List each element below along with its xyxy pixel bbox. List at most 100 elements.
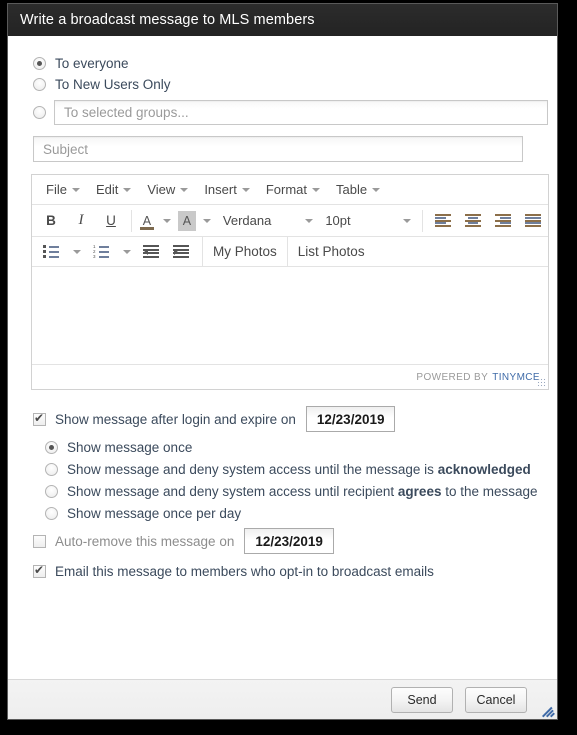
- chevron-down-icon: [305, 218, 314, 223]
- font-family-value: Verdana: [222, 213, 272, 228]
- tinymce-brand-link[interactable]: TINYMCE: [492, 372, 540, 383]
- chevron-down-icon: [71, 187, 80, 192]
- menu-format[interactable]: Format: [258, 179, 328, 201]
- display-mode-once-per-day[interactable]: Show message once per day: [45, 506, 557, 521]
- menu-edit[interactable]: Edit: [88, 179, 139, 201]
- radio-to-selected-groups[interactable]: [33, 106, 46, 119]
- menu-view[interactable]: View: [139, 179, 196, 201]
- bullet-list-button[interactable]: [38, 239, 64, 265]
- email-optin-label: Email this message to members who opt-in…: [55, 564, 434, 579]
- list-photos-button[interactable]: List Photos: [286, 236, 375, 267]
- show-after-login-row[interactable]: Show message after login and expire on 1…: [33, 406, 557, 432]
- dialog-title: Write a broadcast message to MLS members: [20, 12, 315, 28]
- radio-show-once[interactable]: [45, 441, 58, 454]
- recipient-option-new-users[interactable]: To New Users Only: [33, 77, 557, 92]
- background-color-button[interactable]: A: [177, 210, 216, 234]
- my-photos-button[interactable]: My Photos: [202, 236, 287, 267]
- underline-button[interactable]: U: [98, 208, 124, 234]
- email-optin-row[interactable]: Email this message to members who opt-in…: [33, 563, 557, 579]
- chevron-down-icon: [241, 187, 250, 192]
- align-justify-icon: [525, 214, 541, 227]
- radio-to-everyone-label: To everyone: [55, 56, 129, 71]
- editor-toolbar-row-1: B I U A A Verdana 10pt: [32, 205, 548, 237]
- radio-deny-until-agrees[interactable]: [45, 485, 58, 498]
- radio-deny-until-acknowledged[interactable]: [45, 463, 58, 476]
- menu-table-label: Table: [336, 182, 368, 197]
- menu-edit-label: Edit: [95, 182, 119, 197]
- display-mode-once[interactable]: Show message once: [45, 440, 557, 455]
- menu-table[interactable]: Table: [328, 179, 388, 201]
- radio-show-once-per-day-label: Show message once per day: [67, 506, 242, 521]
- radio-show-once-label: Show message once: [67, 440, 193, 455]
- expire-date-input[interactable]: 12/23/2019: [305, 406, 396, 432]
- auto-remove-label: Auto-remove this message on: [55, 533, 235, 549]
- font-family-select[interactable]: Verdana: [217, 209, 319, 233]
- selected-groups-input[interactable]: To selected groups...: [54, 100, 548, 125]
- resize-handle-icon[interactable]: [537, 378, 546, 387]
- menu-file-label: File: [46, 182, 67, 197]
- menu-insert-label: Insert: [204, 182, 237, 197]
- bullet-list-icon: [43, 245, 59, 258]
- align-center-button[interactable]: [460, 208, 486, 234]
- show-after-login-checkbox[interactable]: [33, 411, 46, 426]
- outdent-button[interactable]: [138, 239, 164, 265]
- auto-remove-checkbox[interactable]: [33, 534, 46, 548]
- align-left-icon: [435, 214, 451, 227]
- auto-remove-row[interactable]: Auto-remove this message on 12/23/2019: [33, 528, 557, 554]
- text-color-button[interactable]: A: [138, 211, 176, 231]
- display-mode-acknowledged[interactable]: Show message and deny system access unti…: [45, 462, 557, 477]
- align-right-button[interactable]: [490, 208, 516, 234]
- italic-button[interactable]: I: [68, 208, 94, 234]
- indent-icon: [173, 245, 189, 258]
- dialog-body: To everyone To New Users Only To selecte…: [8, 36, 557, 681]
- align-justify-button[interactable]: [520, 208, 546, 234]
- numbered-list-button[interactable]: 1 2 3: [88, 239, 114, 265]
- broadcast-message-dialog: Write a broadcast message to MLS members…: [7, 3, 558, 720]
- editor-toolbar-row-2: 1 2 3 My Photos List Photos: [32, 236, 548, 267]
- bold-button[interactable]: B: [38, 208, 64, 234]
- font-size-value: 10pt: [325, 213, 351, 228]
- display-mode-group: Show message once Show message and deny …: [45, 440, 557, 521]
- toolbar-divider: [131, 209, 132, 232]
- message-options: Show message after login and expire on 1…: [33, 406, 557, 579]
- radio-to-new-users-only[interactable]: [33, 78, 46, 91]
- chevron-down-icon[interactable]: [162, 218, 171, 223]
- menu-insert[interactable]: Insert: [196, 179, 258, 201]
- dialog-footer: Send Cancel: [8, 679, 557, 719]
- radio-deny-until-acknowledged-label: Show message and deny system access unti…: [67, 462, 531, 477]
- chevron-down-icon[interactable]: [73, 249, 81, 254]
- show-after-login-label: Show message after login and expire on: [55, 411, 296, 427]
- window-resize-grip-icon[interactable]: [542, 704, 555, 718]
- align-left-button[interactable]: [430, 208, 456, 234]
- chevron-down-icon: [123, 187, 132, 192]
- chevron-down-icon: [180, 187, 189, 192]
- editor-statusbar: POWERED BY TINYMCE: [32, 365, 548, 389]
- radio-show-once-per-day[interactable]: [45, 507, 58, 520]
- radio-deny-until-agrees-label: Show message and deny system access unti…: [67, 484, 538, 499]
- recipient-option-everyone[interactable]: To everyone: [33, 56, 557, 71]
- menu-file[interactable]: File: [38, 179, 88, 201]
- chevron-down-icon: [403, 218, 412, 223]
- editor-content-area[interactable]: [32, 267, 548, 365]
- font-size-select[interactable]: 10pt: [319, 209, 417, 233]
- indent-button[interactable]: [168, 239, 194, 265]
- outdent-icon: [143, 245, 159, 258]
- radio-to-new-users-only-label: To New Users Only: [55, 77, 171, 92]
- text-color-icon: A: [138, 211, 156, 231]
- background-color-icon: A: [177, 210, 196, 234]
- cancel-button[interactable]: Cancel: [465, 686, 527, 713]
- display-mode-agrees[interactable]: Show message and deny system access unti…: [45, 484, 557, 499]
- menu-view-label: View: [147, 182, 176, 197]
- chevron-down-icon: [312, 187, 320, 192]
- menu-format-label: Format: [265, 182, 307, 197]
- radio-to-everyone[interactable]: [33, 57, 46, 70]
- align-center-icon: [465, 214, 481, 227]
- chevron-down-icon[interactable]: [202, 218, 211, 223]
- auto-remove-date-input[interactable]: 12/23/2019: [244, 528, 334, 554]
- email-optin-checkbox[interactable]: [33, 563, 46, 578]
- send-button[interactable]: Send: [391, 686, 453, 713]
- recipient-option-selected-groups[interactable]: To selected groups...: [33, 100, 557, 125]
- subject-input[interactable]: Subject: [33, 136, 523, 162]
- chevron-down-icon[interactable]: [123, 249, 131, 254]
- numbered-list-icon: 1 2 3: [93, 244, 109, 259]
